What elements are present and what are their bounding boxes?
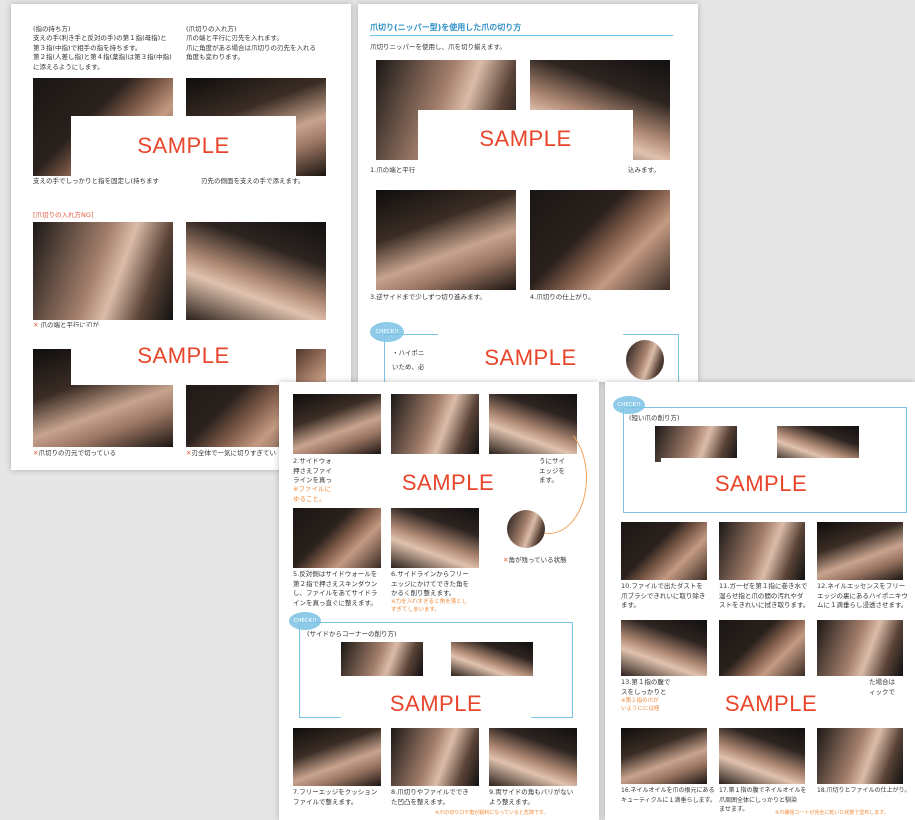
sample-watermark: SAMPLE <box>677 678 865 730</box>
heading-rule <box>370 35 673 36</box>
photo-file-2 <box>391 394 479 454</box>
sample-watermark: SAMPLE <box>341 678 531 730</box>
photo-finish-16 <box>621 728 707 784</box>
corner-title: (サイドからコーナーの削り方) <box>307 630 397 638</box>
caption-file-9: 9.両サイドの角もバリがない よう整えます。 <box>489 788 574 806</box>
ng-caption-3: ✕刃全体で一気に切りすぎてい <box>186 449 276 457</box>
photo-finish-13 <box>621 620 707 676</box>
footer-note: ※爪補強コートが完全に乾いた状態で塗布します。 <box>775 810 889 816</box>
caption-finish-12: 12.ネイルエッセンスをフリー エッジの裏にあるハイポニキウ ムに１滴垂らし浸透… <box>817 582 908 609</box>
caption-file-2-note: ※ファイルに ゆること。 <box>293 485 331 503</box>
page-nipper-cutting: 爪切り(ニッパー型)を使用した爪の切り方 爪切りニッパーを使用し、爪を切り揃えま… <box>358 4 698 382</box>
caption-file-7: 7.フリーエッジをクッション ファイルで整えます。 <box>293 788 378 806</box>
caption-file-6-note: ※力を入れすぎると角を落とし すぎてしまいます。 <box>391 599 468 613</box>
caption-support: 支えの手でしっかりと指を固定し(持ちます <box>33 177 160 185</box>
caption-insert: 刃先の側面を支えの手で添えます。 <box>201 177 305 185</box>
caption-finish-16: 16.ネイルオイルを爪の根元にある キューティクルに１滴垂らします。 <box>621 787 716 804</box>
caption-step-3: 3.逆サイドまで少しずつ切り進みます。 <box>370 293 486 301</box>
caption-file-5: 5.反対側はサイドウォールを 第２指で押さえスキンダウン し、ファイルをあてサイ… <box>293 570 378 607</box>
photo-file-7 <box>293 728 381 786</box>
photo-finish-17 <box>719 728 805 784</box>
sample-watermark: SAMPLE <box>71 116 296 176</box>
photo-corner-2 <box>451 642 533 676</box>
photo-finish-10 <box>621 522 707 580</box>
ng-corner-caption: ✕角が残っている状態 <box>503 556 567 564</box>
insert-body: 爪の端と平行に刃先を入れます。 爪に角度がある場合は爪切りの刃先を入れる 角度も… <box>186 34 316 61</box>
page-filing: 2.サイドウォ 押さえファイ ラインを真っ ※ファイルに ゆること。 うにサイ … <box>279 382 599 820</box>
caption-step-1b: 込みます。 <box>628 166 660 174</box>
sample-watermark: SAMPLE <box>418 110 633 168</box>
sample-watermark: SAMPLE <box>71 327 296 385</box>
photo-step-4 <box>530 190 670 290</box>
photo-ng-1 <box>33 222 173 320</box>
short-title: (短い爪の削り方) <box>629 414 680 422</box>
caption-finish-15: た場合は ィックで <box>869 678 895 696</box>
footer-note: ※爪の切り口や角が鋭利になっていると危険です。 <box>435 810 549 816</box>
photo-finish-11 <box>719 522 805 580</box>
caption-finish-18: 18.爪切りとファイルの仕上がり。 <box>817 787 911 794</box>
photo-corner-zoom <box>507 510 545 548</box>
sample-watermark: SAMPLE <box>661 458 861 510</box>
photo-file-1 <box>293 394 381 454</box>
check-line-1: ・ハイポニ <box>392 349 425 357</box>
photo-file-8 <box>391 728 479 786</box>
photo-short-2 <box>777 426 859 462</box>
photo-finish-14 <box>719 620 805 676</box>
caption-step-1: 1.爪の端と平行 <box>370 166 416 174</box>
sample-watermark: SAMPLE <box>438 332 623 382</box>
check-line-2: いため、必 <box>392 363 425 371</box>
caption-file-6: 6.サイドラインからフリー エッジにかけてできた角を かるく削り整えます。 <box>391 570 469 597</box>
photo-step-3 <box>376 190 516 290</box>
caption-finish-13-note: ※第１指の爪が いようにには極 <box>621 698 660 712</box>
caption-file-2: 2.サイドウォ 押さえファイ ラインを真っ <box>293 457 332 484</box>
intro-text: 爪切りニッパーを使用し、爪を切り揃えます。 <box>370 43 506 51</box>
section-heading: 爪切り(ニッパー型)を使用した爪の切り方 <box>370 23 522 32</box>
photo-file-6 <box>391 508 479 568</box>
caption-step-4: 4.爪切りの仕上がり。 <box>530 293 595 301</box>
photo-finish-12 <box>817 522 903 580</box>
photo-ng-2 <box>186 222 326 320</box>
photo-hyponychium <box>626 340 664 380</box>
photo-file-9 <box>489 728 577 786</box>
photo-corner-1 <box>341 642 423 676</box>
photo-short-1 <box>655 426 737 462</box>
page-finishing: CHECK!! (短い爪の削り方) SAMPLE 10.ファイルで出たダストを … <box>605 382 915 820</box>
photo-finish-18 <box>817 728 903 784</box>
sample-watermark: SAMPLE <box>363 457 533 509</box>
ng-caption-2: ✕爪切りの刃元で切っている <box>33 449 117 457</box>
caption-finish-10: 10.ファイルで出たダストを 爪ブラシできれいに取り除き ます。 <box>621 582 706 609</box>
caption-finish-11: 11.ガーゼを第１指に巻き水で 湿らせ指と爪の間の汚れやダ ストをきれいに拭き取… <box>719 582 810 609</box>
holding-body: 支えの手(利き手と反対の手)の第１指(母指)と 第３指(中指)で相手の指を持ちま… <box>33 34 172 71</box>
caption-file-8: 8.爪切りやファイルででき た凹凸を整えます。 <box>391 788 469 806</box>
photo-finish-15 <box>817 620 903 676</box>
photo-file-5 <box>293 508 381 568</box>
ng-title: [爪切りの入れ方NG] <box>33 211 94 219</box>
